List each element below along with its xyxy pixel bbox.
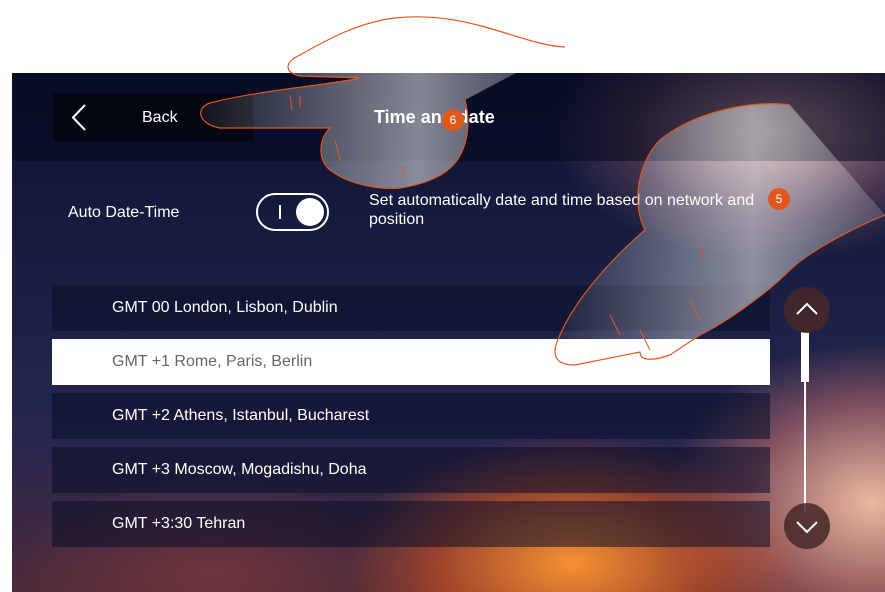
device-screen: Back Time and date Auto Date-Time Set au… <box>12 73 885 592</box>
toggle-knob <box>296 198 324 226</box>
callout-badge-6: 6 <box>442 109 464 131</box>
page-title: Time and date <box>374 107 495 127</box>
auto-datetime-description: Set automatically date and time based on… <box>369 192 755 228</box>
auto-datetime-label: Auto Date-Time <box>68 204 180 221</box>
timezone-item-gmt-plus-3-30[interactable]: GMT +3:30 Tehran <box>52 501 770 547</box>
timezone-item-gmt-00[interactable]: GMT 00 London, Lisbon, Dublin <box>52 285 770 331</box>
callout-badge-5: 5 <box>768 188 790 210</box>
timezone-item-gmt-plus-1[interactable]: GMT +1 Rome, Paris, Berlin <box>52 339 770 385</box>
chevron-down-icon <box>796 521 818 534</box>
timezone-item-gmt-plus-3[interactable]: GMT +3 Moscow, Mogadishu, Doha <box>52 447 770 493</box>
chevron-up-icon <box>796 302 818 315</box>
back-label: Back <box>142 108 178 126</box>
toggle-on-indicator <box>279 205 281 219</box>
auto-datetime-toggle[interactable] <box>256 193 329 231</box>
chevron-left-icon <box>71 104 86 131</box>
scrollbar-thumb[interactable] <box>801 332 809 382</box>
timezone-list: GMT 00 London, Lisbon, Dublin GMT +1 Rom… <box>52 285 770 555</box>
scroll-up-button[interactable] <box>784 287 830 333</box>
timezone-item-gmt-plus-2[interactable]: GMT +2 Athens, Istanbul, Bucharest <box>52 393 770 439</box>
scroll-down-button[interactable] <box>784 503 830 549</box>
back-button[interactable]: Back <box>53 94 253 141</box>
